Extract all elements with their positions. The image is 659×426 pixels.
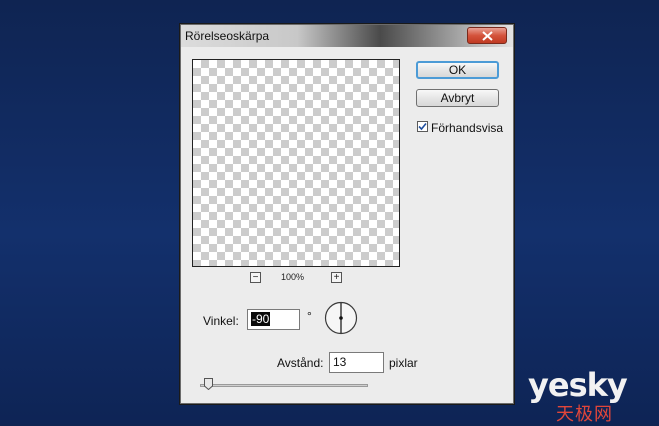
- cancel-button[interactable]: Avbryt: [416, 89, 499, 107]
- preview-checkbox-label[interactable]: Förhandsvisa: [431, 121, 503, 135]
- zoom-level: 100%: [281, 272, 305, 282]
- close-icon: [482, 31, 493, 41]
- checkmark-icon: [418, 122, 427, 131]
- angle-label: Vinkel:: [203, 314, 239, 328]
- watermark-logo: yesky: [528, 366, 628, 404]
- zoom-out-button[interactable]: −: [250, 272, 261, 283]
- distance-unit: pixlar: [389, 356, 418, 370]
- distance-slider-thumb[interactable]: [204, 378, 213, 390]
- ok-button[interactable]: OK: [416, 61, 499, 79]
- preview-area[interactable]: [192, 59, 400, 267]
- minus-icon: −: [252, 272, 259, 283]
- watermark-subtext: 天极网: [556, 404, 613, 425]
- preview-checkbox[interactable]: [417, 121, 428, 132]
- degree-symbol: °: [307, 309, 312, 323]
- motion-blur-dialog: Rörelseoskärpa − 100% + OK Avbryt Förhan…: [180, 24, 514, 404]
- distance-label: Avstånd:: [277, 356, 324, 370]
- distance-input[interactable]: 13: [329, 352, 384, 373]
- close-button[interactable]: [467, 27, 507, 44]
- distance-slider-track[interactable]: [200, 384, 368, 387]
- plus-icon: +: [333, 272, 340, 283]
- angle-value: -90: [251, 312, 271, 326]
- dialog-title: Rörelseoskärpa: [185, 29, 270, 43]
- angle-input[interactable]: -90: [247, 309, 300, 330]
- title-bar[interactable]: Rörelseoskärpa: [181, 25, 513, 47]
- distance-value: 13: [333, 355, 347, 369]
- angle-dial[interactable]: [324, 301, 358, 335]
- zoom-in-button[interactable]: +: [331, 272, 342, 283]
